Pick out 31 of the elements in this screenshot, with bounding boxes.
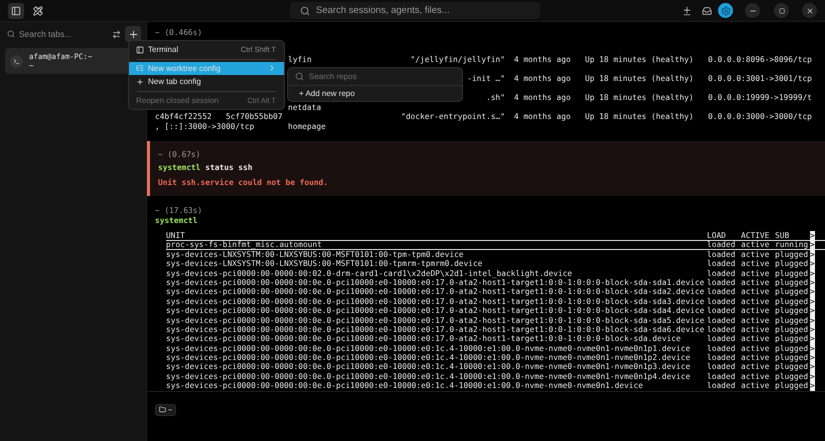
tools-icon bbox=[33, 6, 43, 16]
settings-icon bbox=[720, 6, 730, 16]
add-button[interactable] bbox=[125, 26, 141, 42]
switch-button[interactable] bbox=[112, 30, 121, 38]
search-field[interactable]: Search tabs... bbox=[5, 29, 108, 39]
search-icon bbox=[300, 6, 310, 16]
diff-button[interactable] bbox=[682, 6, 692, 16]
minimize-button[interactable] bbox=[745, 3, 760, 18]
search-icon bbox=[7, 30, 15, 38]
inbox-icon bbox=[702, 6, 712, 16]
folder-icon bbox=[159, 406, 166, 413]
sidebar-toggle-button[interactable] bbox=[8, 2, 24, 18]
maximize-icon bbox=[778, 8, 784, 14]
close-icon bbox=[806, 6, 814, 14]
arrows-icon bbox=[112, 30, 121, 38]
close-button[interactable] bbox=[802, 3, 817, 18]
plus-icon bbox=[128, 28, 138, 40]
maximize-button[interactable] bbox=[774, 3, 789, 18]
tree-list-icon bbox=[136, 64, 144, 72]
search-icon bbox=[295, 72, 304, 81]
panel-icon bbox=[136, 46, 144, 54]
terminal-icon bbox=[10, 54, 23, 68]
settings-button[interactable] bbox=[718, 3, 733, 18]
plus-icon bbox=[136, 78, 144, 86]
plus-minus-icon bbox=[682, 6, 692, 16]
inbox-button[interactable] bbox=[702, 6, 712, 16]
sidebar-icon bbox=[11, 6, 21, 16]
menu-item[interactable]: New tab config bbox=[129, 75, 284, 88]
menu-item[interactable]: + Add new repo bbox=[288, 86, 462, 101]
search-field[interactable]: Search sessions, agents, files... bbox=[290, 2, 540, 19]
search-field[interactable]: Search repos bbox=[309, 72, 455, 81]
